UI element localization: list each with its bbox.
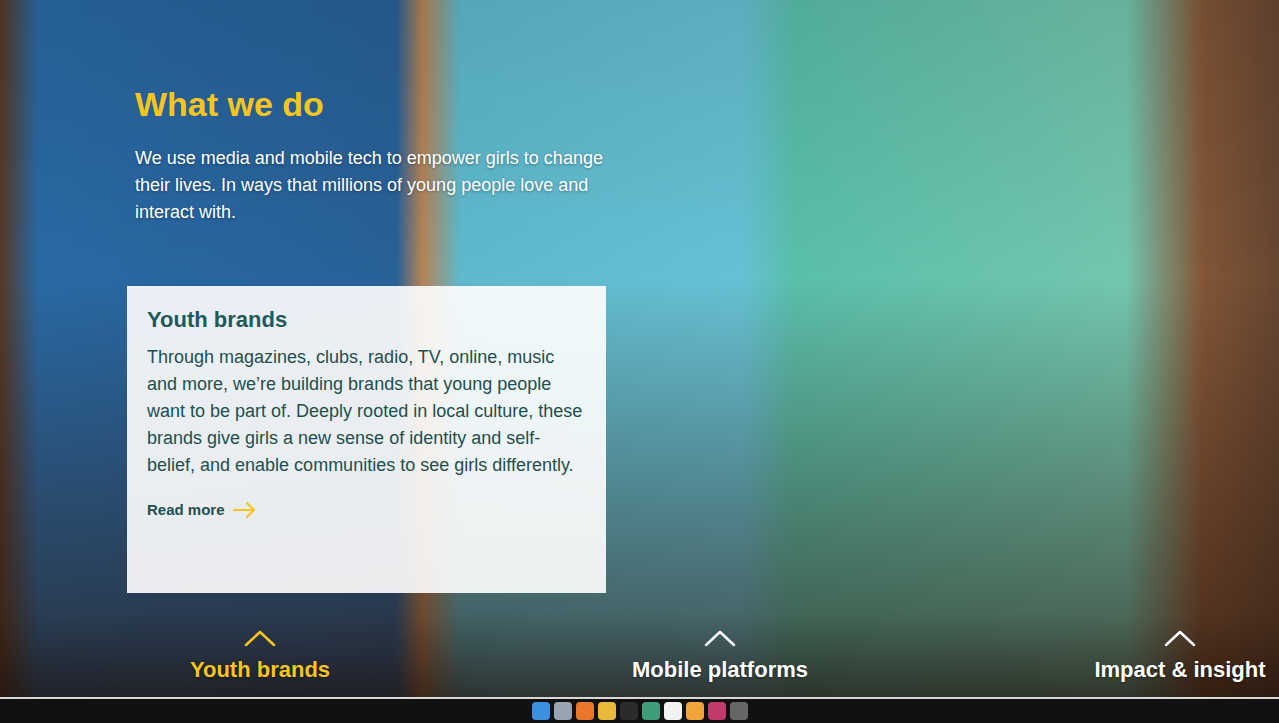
dock [0,699,1279,723]
dock-app-icon[interactable] [730,702,748,720]
dock-app-icon[interactable] [664,702,682,720]
card-body: Through magazines, clubs, radio, TV, onl… [147,344,586,479]
dock-app-icon[interactable] [642,702,660,720]
tab-label: Mobile platforms [632,657,808,683]
dock-app-icon[interactable] [620,702,638,720]
dock-app-icon[interactable] [554,702,572,720]
tab[interactable]: Impact & insight [950,629,1279,683]
info-card: Youth brands Through magazines, clubs, ra… [127,286,606,593]
tab[interactable]: Mobile platforms [490,629,950,683]
card-title: Youth brands [147,306,586,335]
hero: What we do We use media and mobile tech t… [0,0,1279,697]
tab-label: Youth brands [190,657,330,683]
read-more-link[interactable]: Read more [147,501,586,518]
dock-app-icon[interactable] [686,702,704,720]
section-title: What we do [135,84,1279,125]
dock-app-icon[interactable] [576,702,594,720]
dock-app-icon[interactable] [532,702,550,720]
chevron-up-icon [1164,629,1196,647]
chevron-up-icon [244,629,276,647]
intro: What we do We use media and mobile tech t… [0,84,1279,226]
dock-app-icon[interactable] [598,702,616,720]
tab-label: Impact & insight [1094,657,1265,683]
section-intro: We use media and mobile tech to empower … [135,145,625,226]
tab-bar: Youth brands Mobile platforms Impact & ins… [0,629,1279,697]
dock-app-icon[interactable] [708,702,726,720]
chevron-up-icon [704,629,736,647]
page: What we do We use media and mobile tech t… [0,0,1279,723]
tab[interactable]: Youth brands [30,629,490,683]
arrow-right-icon [233,502,257,518]
